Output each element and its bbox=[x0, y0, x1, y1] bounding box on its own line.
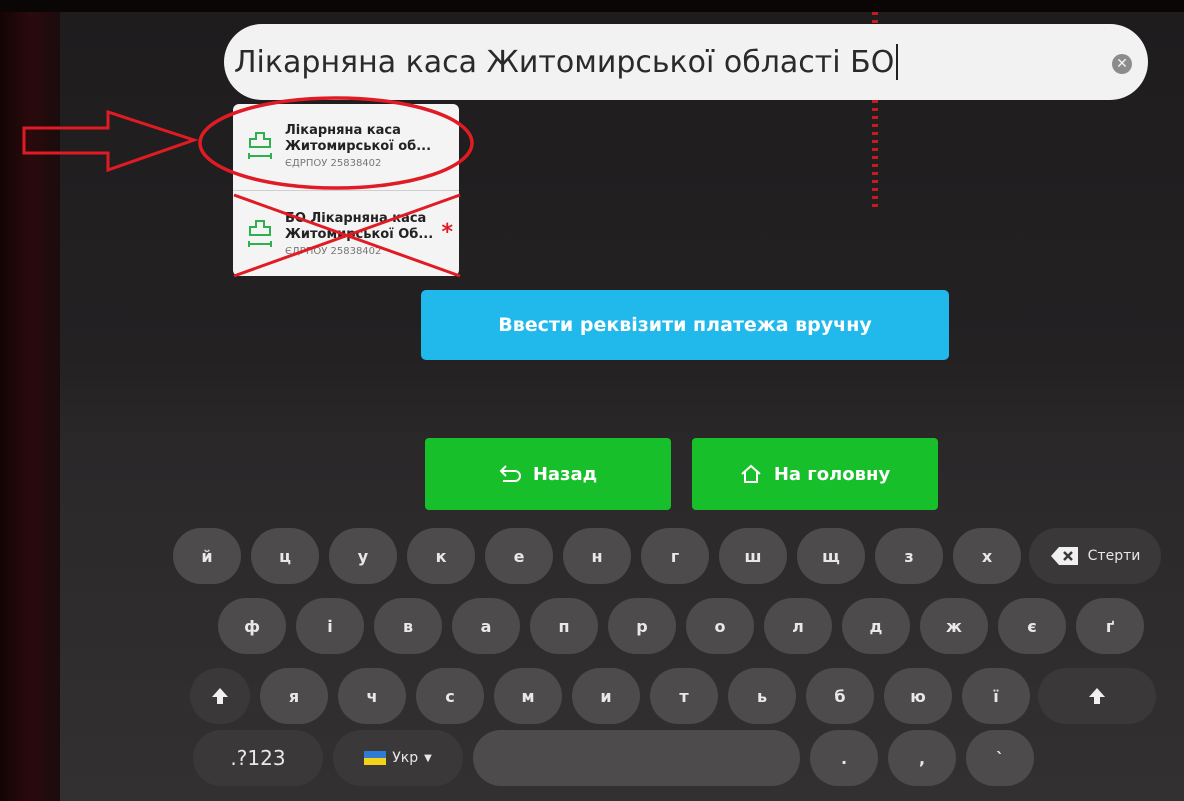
onscreen-keyboard: й ц у к е н г ш щ з х Стерти ф і в а п р… bbox=[0, 520, 1184, 801]
key-char[interactable]: е bbox=[485, 528, 553, 584]
key-char[interactable]: н bbox=[563, 528, 631, 584]
key-char[interactable]: п bbox=[530, 598, 598, 654]
key-char[interactable]: , bbox=[888, 730, 956, 786]
shift-left-button[interactable] bbox=[190, 668, 250, 724]
key-char[interactable]: ш bbox=[719, 528, 787, 584]
key-char[interactable]: з bbox=[875, 528, 943, 584]
key-char[interactable]: л bbox=[764, 598, 832, 654]
home-icon bbox=[740, 464, 762, 484]
key-char[interactable]: ф bbox=[218, 598, 286, 654]
key-char[interactable]: б bbox=[806, 668, 874, 724]
chevron-down-icon: ▼ bbox=[424, 752, 432, 764]
back-button-label: Назад bbox=[532, 463, 598, 485]
key-char[interactable]: ь bbox=[728, 668, 796, 724]
key-char[interactable]: ґ bbox=[1076, 598, 1144, 654]
key-char[interactable]: и bbox=[572, 668, 640, 724]
suggestion-name-line1: БО Лікарняна каса bbox=[285, 211, 427, 226]
key-char[interactable]: ю bbox=[884, 668, 952, 724]
key-char[interactable]: х bbox=[953, 528, 1021, 584]
key-char[interactable]: в bbox=[374, 598, 442, 654]
key-char[interactable]: а bbox=[452, 598, 520, 654]
key-char[interactable]: щ bbox=[797, 528, 865, 584]
key-char[interactable]: й bbox=[173, 528, 241, 584]
back-button[interactable]: Назад bbox=[425, 438, 671, 510]
suggestion-code: ЄДРПОУ 25838402 bbox=[285, 158, 382, 169]
symbols-button[interactable]: .?123 bbox=[193, 730, 323, 786]
manual-entry-button[interactable]: Ввести реквізити платежа вручну bbox=[421, 290, 949, 360]
monitor-bezel-top bbox=[0, 0, 1184, 12]
suggestion-code: ЄДРПОУ 25838402 bbox=[285, 246, 382, 257]
key-char[interactable]: р bbox=[608, 598, 676, 654]
language-label: Укр bbox=[392, 750, 419, 766]
key-char[interactable]: м bbox=[494, 668, 562, 724]
key-char[interactable]: т bbox=[650, 668, 718, 724]
key-char[interactable]: д bbox=[842, 598, 910, 654]
key-char[interactable]: я bbox=[260, 668, 328, 724]
delete-label: Стерти bbox=[1087, 548, 1141, 564]
space-key[interactable] bbox=[473, 730, 800, 786]
text-cursor bbox=[896, 44, 899, 80]
back-arrow-icon bbox=[499, 465, 521, 483]
key-char[interactable]: ч bbox=[338, 668, 406, 724]
delete-button[interactable]: Стерти bbox=[1029, 528, 1161, 584]
key-char[interactable]: і bbox=[296, 598, 364, 654]
key-char[interactable]: с bbox=[416, 668, 484, 724]
backspace-icon bbox=[1050, 546, 1080, 566]
medical-cross-icon bbox=[245, 131, 275, 161]
key-char[interactable]: є bbox=[998, 598, 1066, 654]
medical-cross-icon bbox=[245, 219, 275, 249]
red-asterisk-marker: * bbox=[441, 220, 453, 245]
key-char[interactable]: . bbox=[810, 730, 878, 786]
key-char[interactable]: о bbox=[686, 598, 754, 654]
suggestion-name-line1: Лікарняна каса bbox=[285, 123, 401, 138]
suggestion-item-1[interactable]: Лікарняна каса Житомирської об... ЄДРПОУ… bbox=[233, 104, 459, 188]
key-char[interactable]: ц bbox=[251, 528, 319, 584]
search-input-value: Лікарняна каса Житомирської області БО bbox=[234, 44, 895, 80]
shift-arrow-icon bbox=[1087, 686, 1107, 706]
suggestion-name-line2: Житомирської об... bbox=[285, 139, 432, 154]
key-char[interactable]: г bbox=[641, 528, 709, 584]
language-button[interactable]: Укр ▼ bbox=[333, 730, 463, 786]
key-char[interactable]: ї bbox=[962, 668, 1030, 724]
home-button-label: На головну bbox=[773, 463, 891, 485]
shift-right-button[interactable] bbox=[1038, 668, 1156, 724]
key-char[interactable]: к bbox=[407, 528, 475, 584]
search-input[interactable]: Лікарняна каса Житомирської області БО ✕ bbox=[224, 24, 1148, 100]
key-char[interactable]: ж bbox=[920, 598, 988, 654]
key-char[interactable]: у bbox=[329, 528, 397, 584]
shift-arrow-icon bbox=[210, 686, 230, 706]
key-char[interactable]: ` bbox=[966, 730, 1034, 786]
suggestions-dropdown: Лікарняна каса Житомирської об... ЄДРПОУ… bbox=[233, 104, 459, 276]
clear-x-icon[interactable]: ✕ bbox=[1112, 54, 1132, 74]
home-button[interactable]: На головну bbox=[692, 438, 938, 510]
suggestion-name-line2: Житомирської Об... bbox=[285, 227, 434, 242]
suggestion-item-2[interactable]: БО Лікарняна каса Житомирської Об... ЄДР… bbox=[233, 192, 459, 276]
suggestion-divider bbox=[233, 190, 459, 191]
ukraine-flag-icon bbox=[364, 751, 387, 765]
